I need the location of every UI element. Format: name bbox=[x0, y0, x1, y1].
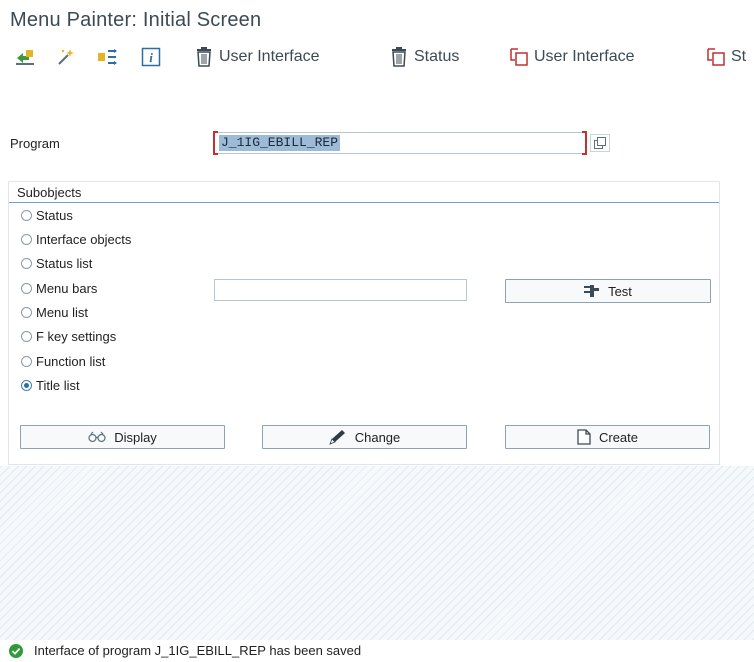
delete-user-interface-label: User Interface bbox=[219, 48, 320, 65]
pencil-icon bbox=[329, 430, 345, 445]
copy-user-interface-button[interactable]: User Interface bbox=[510, 46, 634, 68]
value-help-button[interactable] bbox=[590, 134, 610, 152]
copy-icon bbox=[707, 48, 725, 66]
display-button[interactable]: Display bbox=[20, 425, 225, 449]
radio-interface-objects-label: Interface objects bbox=[36, 231, 132, 247]
copy-icon bbox=[510, 48, 528, 66]
test-button[interactable]: Test bbox=[505, 279, 711, 303]
glasses-icon bbox=[88, 431, 106, 443]
radio-menu-list-label: Menu list bbox=[36, 304, 89, 320]
status-input[interactable] bbox=[214, 279, 467, 301]
radio-button[interactable] bbox=[21, 355, 32, 367]
program-value: J_1IG_EBILL_REP bbox=[219, 135, 341, 151]
application-toolbar: i User Interface Status User Interface S… bbox=[0, 40, 754, 74]
other-object-icon[interactable] bbox=[14, 46, 36, 68]
radio-status-label: Status bbox=[36, 207, 73, 223]
test-icon bbox=[584, 285, 600, 297]
radio-button[interactable] bbox=[21, 257, 32, 269]
copy-status-label: St bbox=[731, 48, 747, 65]
status-message: Interface of program J_1IG_EBILL_REP has… bbox=[34, 643, 362, 658]
delete-status-button[interactable]: Status bbox=[390, 46, 459, 68]
required-marker-left bbox=[213, 131, 218, 155]
trash-icon bbox=[392, 47, 406, 67]
radio-interface-objects[interactable]: Interface objects bbox=[21, 230, 131, 248]
main-content: Program J_1IG_EBILL_REP Subobjects Statu… bbox=[0, 74, 754, 466]
wizard-icon[interactable] bbox=[55, 46, 77, 68]
display-label: Display bbox=[114, 429, 157, 445]
status-bar: Interface of program J_1IG_EBILL_REP has… bbox=[0, 640, 754, 662]
program-label: Program bbox=[10, 136, 60, 151]
where-used-icon[interactable] bbox=[97, 46, 119, 68]
window-title: Menu Painter: Initial Screen bbox=[10, 9, 262, 31]
radio-button[interactable] bbox=[21, 282, 32, 294]
radio-status[interactable]: Status bbox=[21, 206, 73, 224]
create-label: Create bbox=[598, 429, 639, 445]
title-bar: Menu Painter: Initial Screen bbox=[0, 0, 754, 40]
subobjects-group: Subobjects Status Interface objects Stat… bbox=[8, 181, 720, 465]
radio-status-list[interactable]: Status list bbox=[21, 254, 92, 272]
change-label: Change bbox=[354, 429, 401, 445]
trash-icon bbox=[197, 47, 211, 67]
copy-status-button[interactable]: St bbox=[707, 46, 746, 68]
svg-text:i: i bbox=[149, 50, 153, 65]
group-divider bbox=[9, 202, 719, 203]
delete-user-interface-button[interactable]: User Interface bbox=[195, 46, 319, 68]
program-input[interactable]: J_1IG_EBILL_REP bbox=[213, 131, 587, 155]
value-help-icon bbox=[594, 137, 606, 149]
radio-title-list[interactable]: Title list bbox=[21, 376, 80, 394]
information-icon[interactable]: i bbox=[140, 46, 162, 68]
radio-title-list-label: Title list bbox=[36, 377, 80, 393]
radio-function-list-label: Function list bbox=[36, 353, 106, 369]
radio-button[interactable] bbox=[21, 233, 32, 245]
test-label: Test bbox=[608, 283, 632, 299]
radio-menu-bars-label: Menu bars bbox=[36, 280, 98, 296]
radio-button[interactable] bbox=[21, 330, 32, 342]
subobjects-title: Subobjects bbox=[17, 185, 82, 200]
radio-f-key-settings[interactable]: F key settings bbox=[21, 327, 116, 345]
required-marker-right bbox=[582, 131, 587, 155]
radio-function-list[interactable]: Function list bbox=[21, 352, 105, 370]
radio-menu-bars[interactable]: Menu bars bbox=[21, 279, 97, 297]
success-check-icon bbox=[9, 644, 23, 658]
radio-button[interactable] bbox=[21, 306, 32, 318]
radio-button-selected[interactable] bbox=[21, 379, 32, 391]
radio-f-key-settings-label: F key settings bbox=[36, 328, 117, 344]
radio-button[interactable] bbox=[21, 209, 32, 221]
radio-status-list-label: Status list bbox=[36, 255, 93, 271]
radio-menu-list[interactable]: Menu list bbox=[21, 303, 88, 321]
create-button[interactable]: Create bbox=[505, 425, 710, 449]
new-document-icon bbox=[577, 429, 591, 445]
change-button[interactable]: Change bbox=[262, 425, 467, 449]
copy-user-interface-label: User Interface bbox=[534, 48, 635, 65]
delete-status-label: Status bbox=[414, 48, 460, 65]
